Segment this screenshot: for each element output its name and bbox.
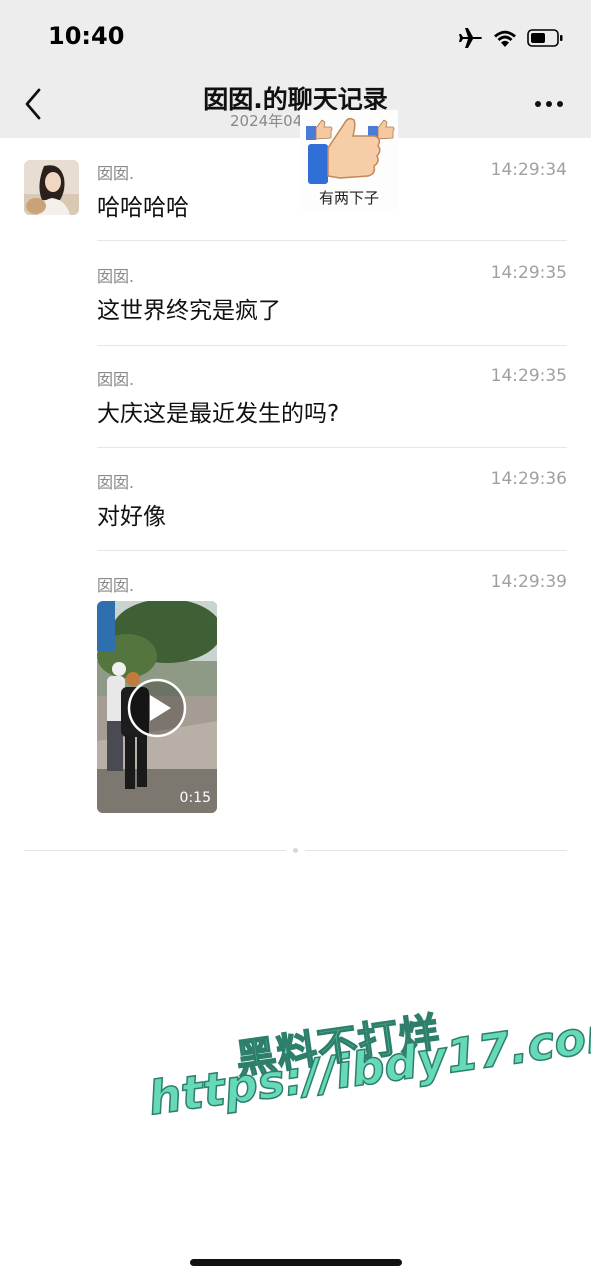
divider: [97, 345, 567, 346]
message-text[interactable]: 对好像: [97, 497, 166, 531]
message-item: 囡囡. 14:29:34 哈哈哈哈: [97, 160, 567, 222]
message-item: 囡囡. 14:29:35 大庆这是最近发生的吗?: [97, 366, 567, 428]
home-indicator[interactable]: [190, 1259, 402, 1266]
chat-header: 10:40 囡囡.的聊天记录 2024年04: [0, 0, 591, 138]
more-dots-icon[interactable]: [533, 92, 565, 116]
divider: [97, 447, 567, 448]
battery-icon: [527, 29, 563, 47]
page-subtitle: 2024年04: [230, 112, 303, 130]
message-sender: 囡囡.: [97, 267, 135, 286]
message-time: 14:29:35: [490, 366, 567, 386]
wifi-icon: [494, 30, 516, 47]
status-time: 10:40: [48, 22, 125, 50]
play-icon[interactable]: [126, 677, 188, 739]
divider: [97, 550, 567, 551]
status-icons: [459, 26, 563, 50]
message-text[interactable]: 大庆这是最近发生的吗?: [97, 394, 339, 428]
message-sender: 囡囡.: [97, 370, 135, 389]
message-text[interactable]: 哈哈哈哈: [97, 188, 189, 222]
message-time: 14:29:35: [490, 263, 567, 283]
video-duration: 0:15: [179, 790, 211, 806]
message-time: 14:29:39: [490, 572, 567, 592]
message-text[interactable]: 这世界终究是疯了: [97, 291, 281, 325]
message-time: 14:29:34: [490, 160, 567, 180]
airplane-icon: [459, 28, 482, 48]
end-divider-left: [24, 850, 286, 851]
message-item: 囡囡. 14:29:35 这世界终究是疯了: [97, 263, 567, 325]
message-item: 囡囡. 14:29:39: [97, 572, 567, 602]
message-sender: 囡囡.: [97, 164, 135, 183]
message-time: 14:29:36: [490, 469, 567, 489]
message-sender: 囡囡.: [97, 576, 135, 595]
avatar[interactable]: [24, 160, 79, 215]
message-sender: 囡囡.: [97, 473, 135, 492]
end-divider-dot: [293, 848, 298, 853]
message-item: 囡囡. 14:29:36 对好像: [97, 469, 567, 531]
divider: [97, 240, 567, 241]
end-divider-right: [305, 850, 567, 851]
video-message[interactable]: 0:15: [97, 601, 217, 813]
